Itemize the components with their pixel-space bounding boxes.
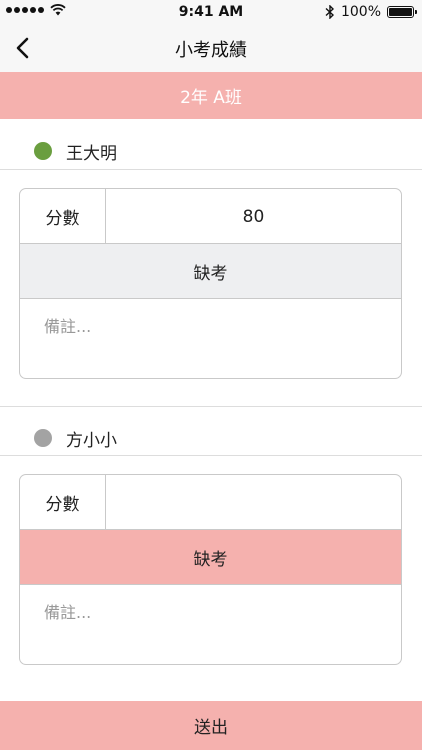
page-title: 小考成績	[175, 40, 247, 61]
status-dot-icon	[34, 429, 52, 447]
status-bar: 9:41 AM 100%	[0, 0, 422, 24]
score-card: 分數 缺考	[19, 188, 402, 379]
note-input[interactable]	[20, 299, 401, 378]
score-label: 分數	[20, 189, 106, 244]
score-input[interactable]	[106, 189, 401, 244]
submit-button[interactable]: 送出	[0, 701, 422, 750]
bluetooth-icon	[325, 5, 334, 19]
status-right: 100%	[325, 4, 417, 20]
absent-button[interactable]: 缺考	[20, 244, 401, 299]
score-card: 分數 缺考	[19, 474, 402, 665]
note-input[interactable]	[20, 585, 401, 664]
student-name: 方小小	[66, 431, 117, 451]
score-input[interactable]	[106, 475, 401, 530]
student-header: 方小小	[0, 406, 422, 456]
score-label: 分數	[20, 475, 106, 530]
status-dot-icon	[34, 142, 52, 160]
battery-percent: 100%	[340, 4, 381, 20]
class-banner: 2年 A班	[0, 72, 422, 119]
score-row: 分數	[20, 189, 401, 244]
absent-button[interactable]: 缺考	[20, 530, 401, 585]
nav-bar: 小考成績	[0, 24, 422, 72]
battery-icon	[387, 6, 417, 18]
score-row: 分數	[20, 475, 401, 530]
student-header: 王大明	[0, 120, 422, 170]
student-name: 王大明	[66, 144, 117, 164]
